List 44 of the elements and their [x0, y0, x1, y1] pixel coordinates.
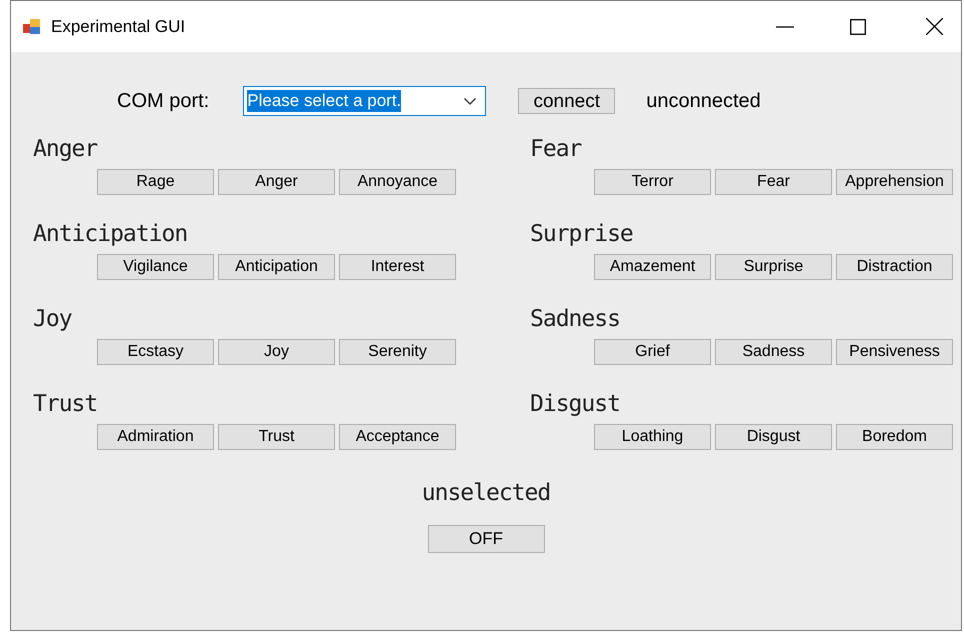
emotion-button[interactable]: Grief	[594, 339, 711, 365]
emotion-button[interactable]: Surprise	[715, 254, 832, 280]
emotion-button[interactable]: Distraction	[836, 254, 953, 280]
app-icon	[23, 18, 41, 34]
emotion-button[interactable]: Pensiveness	[836, 339, 953, 365]
com-port-label: COM port:	[117, 89, 210, 114]
emotion-button[interactable]: Disgust	[715, 424, 832, 450]
emotion-button[interactable]: Serenity	[339, 339, 456, 365]
emotion-button[interactable]: Interest	[339, 254, 456, 280]
connection-status: unconnected	[646, 89, 761, 114]
emotion-button[interactable]: Rage	[97, 169, 214, 195]
chevron-down-icon	[464, 98, 476, 104]
group-title: Disgust	[530, 393, 621, 416]
group-title: Fear	[530, 138, 582, 161]
off-button[interactable]: OFF	[428, 524, 544, 552]
emotion-button[interactable]: Boredom	[836, 424, 953, 450]
port-value: Please select a port.	[247, 90, 402, 112]
group-title: Joy	[33, 308, 73, 331]
emotion-button[interactable]: Apprehension	[836, 169, 953, 195]
group-title: Anger	[33, 138, 98, 161]
close-icon[interactable]	[926, 18, 943, 35]
emotion-button[interactable]: Anger	[218, 169, 335, 195]
group-title: Anticipation	[33, 223, 188, 246]
emotion-button[interactable]: Trust	[218, 424, 335, 450]
port-dropdown[interactable]: Please select a port.	[243, 86, 486, 116]
emotion-button[interactable]: Loathing	[594, 424, 711, 450]
emotion-button[interactable]: Admiration	[97, 424, 214, 450]
emotion-button[interactable]: Ecstasy	[97, 339, 214, 365]
group-title: Sadness	[530, 308, 621, 331]
emotion-button[interactable]: Joy	[218, 339, 335, 365]
maximize-icon[interactable]	[850, 18, 866, 34]
window-title: Experimental GUI	[51, 16, 186, 38]
emotion-button[interactable]: Fear	[715, 169, 832, 195]
emotion-button[interactable]: Sadness	[715, 339, 832, 365]
emotion-button[interactable]: Terror	[594, 169, 711, 195]
connect-button[interactable]: connect	[518, 88, 616, 114]
emotion-button[interactable]: Anticipation	[218, 254, 335, 280]
group-title: Surprise	[530, 223, 634, 246]
emotion-button[interactable]: Acceptance	[339, 424, 456, 450]
emotion-button[interactable]: Annoyance	[339, 169, 456, 195]
emotion-button[interactable]: Amazement	[594, 254, 711, 280]
selection-status: unselected	[422, 479, 550, 508]
emotion-button[interactable]: Vigilance	[97, 254, 214, 280]
group-title: Trust	[33, 393, 98, 416]
